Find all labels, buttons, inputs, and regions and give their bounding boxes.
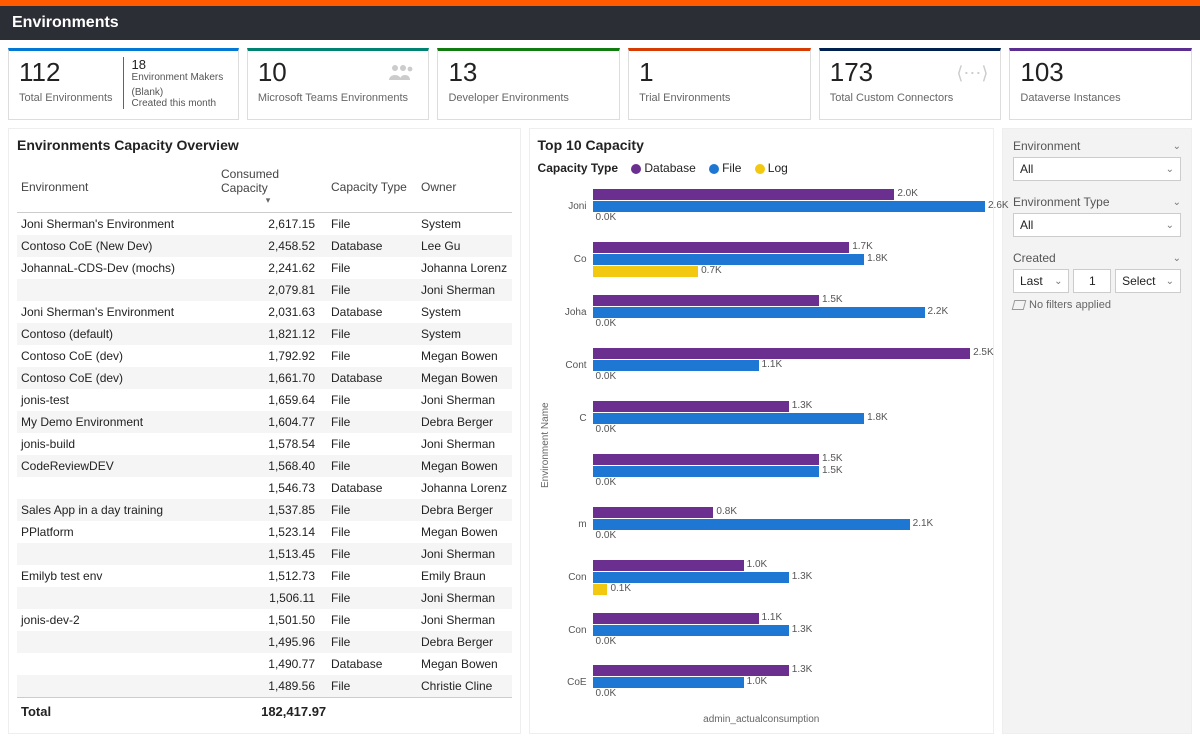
filter-created-mode[interactable]: Last⌄ xyxy=(1013,269,1069,293)
chevron-down-icon: ⌄ xyxy=(1173,197,1181,208)
table-row[interactable]: Contoso CoE (New Dev)2,458.52DatabaseLee… xyxy=(17,235,512,257)
table-row[interactable]: 2,079.81FileJoni Sherman xyxy=(17,279,512,301)
chevron-down-icon: ⌄ xyxy=(1173,253,1181,264)
card-value: 13 xyxy=(448,57,609,88)
table-row[interactable]: Joni Sherman's Environment2,031.63Databa… xyxy=(17,301,512,323)
chart-x-axis-label: admin_actualconsumption xyxy=(538,710,985,725)
card-teams-environments[interactable]: 10 Microsoft Teams Environments xyxy=(247,48,430,120)
table-row[interactable]: 1,506.11FileJoni Sherman xyxy=(17,587,512,609)
chart-title: Top 10 Capacity xyxy=(538,137,985,153)
table-row[interactable]: Contoso CoE (dev)1,661.70DatabaseMegan B… xyxy=(17,367,512,389)
chevron-down-icon: ⌄ xyxy=(1173,141,1181,152)
chart-legend[interactable]: Capacity Type Database File Log xyxy=(538,161,985,175)
card-subinfo: 18 Environment Makers (Blank) Created th… xyxy=(123,57,224,109)
card-dataverse-instances[interactable]: 103 Dataverse Instances xyxy=(1009,48,1192,120)
capacity-table[interactable]: Environment Consumed Capacity ▾ Capacity… xyxy=(17,161,512,697)
card-trial-environments[interactable]: 1 Trial Environments xyxy=(628,48,811,120)
filter-created-unit[interactable]: Select⌄ xyxy=(1115,269,1181,293)
filter-environment-type-select[interactable]: All ⌄ xyxy=(1013,213,1181,237)
col-owner[interactable]: Owner xyxy=(417,161,512,213)
chart-bar-group[interactable]: Co1.7K1.8K0.7K xyxy=(557,240,985,280)
filter-environment-type-label[interactable]: Environment Type ⌄ xyxy=(1013,195,1181,209)
table-row[interactable]: PPlatform1,523.14FileMegan Bowen xyxy=(17,521,512,543)
chart-y-axis-label: Environment Name xyxy=(538,181,553,710)
table-total-row: Total 182,417.97 xyxy=(17,697,512,725)
table-row[interactable]: Contoso CoE (dev)1,792.92FileMegan Bowen xyxy=(17,345,512,367)
table-row[interactable]: Contoso (default)1,821.12FileSystem xyxy=(17,323,512,345)
summary-cards: 112 Total Environments 18 Environment Ma… xyxy=(0,40,1200,128)
table-row[interactable]: jonis-build1,578.54FileJoni Sherman xyxy=(17,433,512,455)
card-custom-connectors[interactable]: ⟨⋯⟩ 173 Total Custom Connectors xyxy=(819,48,1002,120)
chart-bars[interactable]: Joni2.0K2.6K0.0K Co1.7K1.8K0.7K Joha1.5K2.… xyxy=(553,181,985,710)
card-value: 1 xyxy=(639,57,800,88)
chart-bar-group[interactable]: Joni2.0K2.6K0.0K xyxy=(557,187,985,227)
filter-created-label[interactable]: Created ⌄ xyxy=(1013,251,1181,265)
table-row[interactable]: 1,546.73DatabaseJohanna Lorenz xyxy=(17,477,512,499)
card-value: 103 xyxy=(1020,57,1181,88)
chevron-down-icon: ⌄ xyxy=(1166,164,1174,175)
legend-log-icon xyxy=(755,164,765,174)
filter-environment-select[interactable]: All ⌄ xyxy=(1013,157,1181,181)
chevron-down-icon: ⌄ xyxy=(1166,220,1174,231)
chart-bar-group[interactable]: Joha1.5K2.2K0.0K xyxy=(557,293,985,333)
sort-desc-icon: ▾ xyxy=(221,195,315,206)
card-total-environments[interactable]: 112 Total Environments 18 Environment Ma… xyxy=(8,48,239,120)
table-row[interactable]: Joni Sherman's Environment2,617.15FileSy… xyxy=(17,213,512,236)
table-row[interactable]: CodeReviewDEV1,568.40FileMegan Bowen xyxy=(17,455,512,477)
chart-bar-group[interactable]: CoE1.3K1.0K0.0K xyxy=(557,663,985,703)
card-label: Total Custom Connectors xyxy=(830,92,991,104)
table-row[interactable]: 1,490.77DatabaseMegan Bowen xyxy=(17,653,512,675)
col-consumed[interactable]: Consumed Capacity ▾ xyxy=(217,161,327,213)
table-row[interactable]: JohannaL-CDS-Dev (mochs)2,241.62FileJoha… xyxy=(17,257,512,279)
table-row[interactable]: jonis-test1,659.64FileJoni Sherman xyxy=(17,389,512,411)
chart-bar-group[interactable]: m0.8K2.1K0.0K xyxy=(557,505,985,545)
panel-title: Environments Capacity Overview xyxy=(17,137,512,153)
card-label: Total Environments xyxy=(19,92,113,104)
people-icon xyxy=(388,63,416,84)
filter-created-count[interactable]: 1 xyxy=(1073,269,1111,293)
table-row[interactable]: jonis-dev-21,501.50FileJoni Sherman xyxy=(17,609,512,631)
chart-bar-group[interactable]: Con1.1K1.3K0.0K xyxy=(557,611,985,651)
eraser-icon xyxy=(1012,300,1027,310)
card-developer-environments[interactable]: 13 Developer Environments xyxy=(437,48,620,120)
table-row[interactable]: Sales App in a day training1,537.85FileD… xyxy=(17,499,512,521)
table-row[interactable]: Emilyb test env1,512.73FileEmily Braun xyxy=(17,565,512,587)
capacity-overview-panel: Environments Capacity Overview Environme… xyxy=(8,128,521,734)
table-row[interactable]: 1,495.96FileDebra Berger xyxy=(17,631,512,653)
table-row[interactable]: 1,513.45FileJoni Sherman xyxy=(17,543,512,565)
no-filters-applied: No filters applied xyxy=(1013,299,1181,311)
chart-bar-group[interactable]: 1.5K1.5K0.0K xyxy=(557,452,985,492)
card-label: Trial Environments xyxy=(639,92,800,104)
col-environment[interactable]: Environment xyxy=(17,161,217,213)
filter-environment-label[interactable]: Environment ⌄ xyxy=(1013,139,1181,153)
chart-bar-group[interactable]: Cont2.5K1.1K0.0K xyxy=(557,346,985,386)
card-label: Dataverse Instances xyxy=(1020,92,1181,104)
legend-file-icon xyxy=(709,164,719,174)
connectors-icon: ⟨⋯⟩ xyxy=(956,63,988,84)
filters-panel: Environment ⌄ All ⌄ Environment Type ⌄ A… xyxy=(1002,128,1192,734)
chart-bar-group[interactable]: Con1.0K1.3K0.1K xyxy=(557,558,985,598)
table-row[interactable]: My Demo Environment1,604.77FileDebra Ber… xyxy=(17,411,512,433)
card-label: Developer Environments xyxy=(448,92,609,104)
page-title: Environments xyxy=(0,6,1200,40)
legend-database-icon xyxy=(631,164,641,174)
card-value: 112 xyxy=(19,57,113,88)
top10-capacity-panel: Top 10 Capacity Capacity Type Database F… xyxy=(529,128,994,734)
chart-bar-group[interactable]: C1.3K1.8K0.0K xyxy=(557,399,985,439)
card-label: Microsoft Teams Environments xyxy=(258,92,419,104)
col-type[interactable]: Capacity Type xyxy=(327,161,417,213)
